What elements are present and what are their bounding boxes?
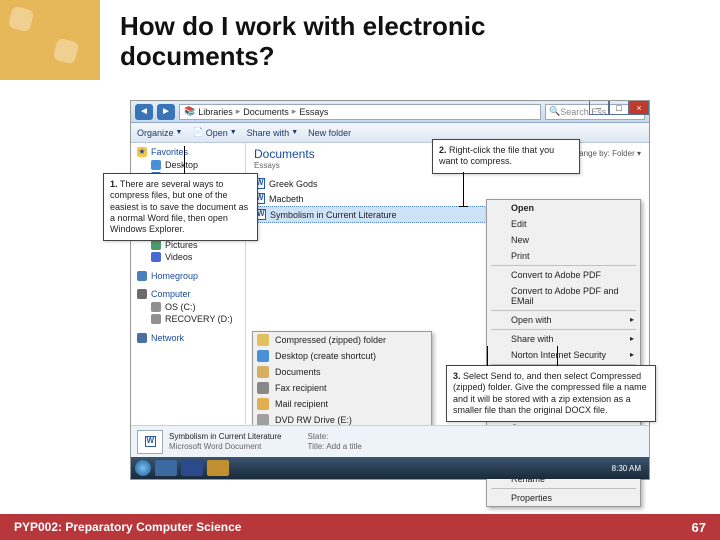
crumb-documents[interactable]: Documents [243,107,289,117]
close-button[interactable]: × [629,101,649,115]
status-title: Title: Add a title [307,442,361,452]
slide-decoration [0,0,100,80]
sendto-submenu: Compressed (zipped) folder Desktop (crea… [252,331,432,429]
desktop-icon [257,350,269,362]
mail-icon [257,398,269,410]
zip-icon [257,334,269,346]
ctx-share-with[interactable]: Share with [487,331,640,347]
status-type: Microsoft Word Document [169,442,281,452]
ctx-zip[interactable]: Compressed (zipped) folder [253,332,431,348]
back-button[interactable]: ◄ [135,104,153,120]
drive-icon [151,314,161,324]
screenshot-explorer: – □ × ◄ ► 📚 Libraries ▸ Documents ▸ Essa… [130,100,650,480]
taskbar-clock[interactable]: 8:30 AM [612,464,645,473]
ctx-print[interactable]: Print [487,248,640,264]
taskbar-folder-icon[interactable] [207,460,229,476]
folder-icon [257,366,269,378]
callout-2: 2. Right-click the file that you want to… [432,139,580,174]
ctx-convert-pdf[interactable]: Convert to Adobe PDF [487,267,640,283]
pictures-icon [151,240,161,250]
slide-footer: PYP002: Preparatory Computer Science 67 [0,514,720,540]
taskbar-ie-icon[interactable] [181,460,203,476]
sidebar-homegroup[interactable]: Homegroup [137,271,239,281]
sidebar-videos[interactable]: Videos [137,251,239,263]
ctx-open[interactable]: Open [487,200,640,216]
callout-1: 1. There are several ways to compress fi… [103,173,258,241]
sidebar-os-drive[interactable]: OS (C:) [137,301,239,313]
network-icon [137,333,147,343]
crumb-libraries[interactable]: Libraries [198,107,233,117]
sidebar-desktop[interactable]: Desktop [137,159,239,171]
taskbar-explorer-icon[interactable] [155,460,177,476]
open-menu[interactable]: 📄 Open ▼ [192,127,236,138]
forward-button[interactable]: ► [157,104,175,120]
status-filename: Symbolism in Current Literature [169,432,281,442]
ctx-edit[interactable]: Edit [487,216,640,232]
drive-icon [151,302,161,312]
callout-3: 3. Select Send to, and then select Compr… [446,365,656,422]
desktop-icon [151,160,161,170]
maximize-button[interactable]: □ [609,101,629,115]
homegroup-icon [137,271,147,281]
videos-icon [151,252,161,262]
ctx-norton[interactable]: Norton Internet Security [487,347,640,363]
organize-menu[interactable]: Organize ▼ [137,128,182,138]
start-button[interactable] [135,460,151,476]
fax-icon [257,382,269,394]
breadcrumb[interactable]: 📚 Libraries ▸ Documents ▸ Essays [179,104,541,120]
share-menu[interactable]: Share with ▼ [247,128,298,138]
taskbar: 8:30 AM [131,457,649,479]
word-icon [137,430,163,454]
sidebar-network[interactable]: Network [137,333,239,343]
sidebar-recovery-drive[interactable]: RECOVERY (D:) [137,313,239,325]
ctx-convert-email[interactable]: Convert to Adobe PDF and EMail [487,283,640,309]
newfolder-button[interactable]: New folder [308,128,351,138]
titlebar: ◄ ► 📚 Libraries ▸ Documents ▸ Essays 🔍 S… [131,101,649,123]
ctx-fax[interactable]: Fax recipient [253,380,431,396]
ctx-properties[interactable]: Properties [487,490,640,506]
file-item[interactable]: Greek Gods [254,176,641,191]
ctx-open-with[interactable]: Open with [487,312,640,328]
status-bar: Symbolism in Current Literature Microsof… [131,425,649,457]
star-icon: ★ [137,147,147,157]
ctx-mail[interactable]: Mail recipient [253,396,431,412]
computer-icon [137,289,147,299]
ctx-desktop-shortcut[interactable]: Desktop (create shortcut) [253,348,431,364]
sidebar-favorites[interactable]: ★Favorites [137,147,239,157]
file-pane: Documents Essays Arrange by: Folder ▾ Gr… [246,143,649,443]
crumb-essays[interactable]: Essays [299,107,328,117]
window-controls: – □ × [589,101,649,115]
sidebar-computer[interactable]: Computer [137,289,239,299]
slide-title: How do I work with electronic documents? [120,12,600,72]
ctx-documents[interactable]: Documents [253,364,431,380]
footer-course: PYP002: Preparatory Computer Science [14,520,241,534]
page-number: 67 [692,520,706,535]
status-state: State: [307,432,361,442]
ctx-new[interactable]: New [487,232,640,248]
minimize-button[interactable]: – [589,101,609,115]
